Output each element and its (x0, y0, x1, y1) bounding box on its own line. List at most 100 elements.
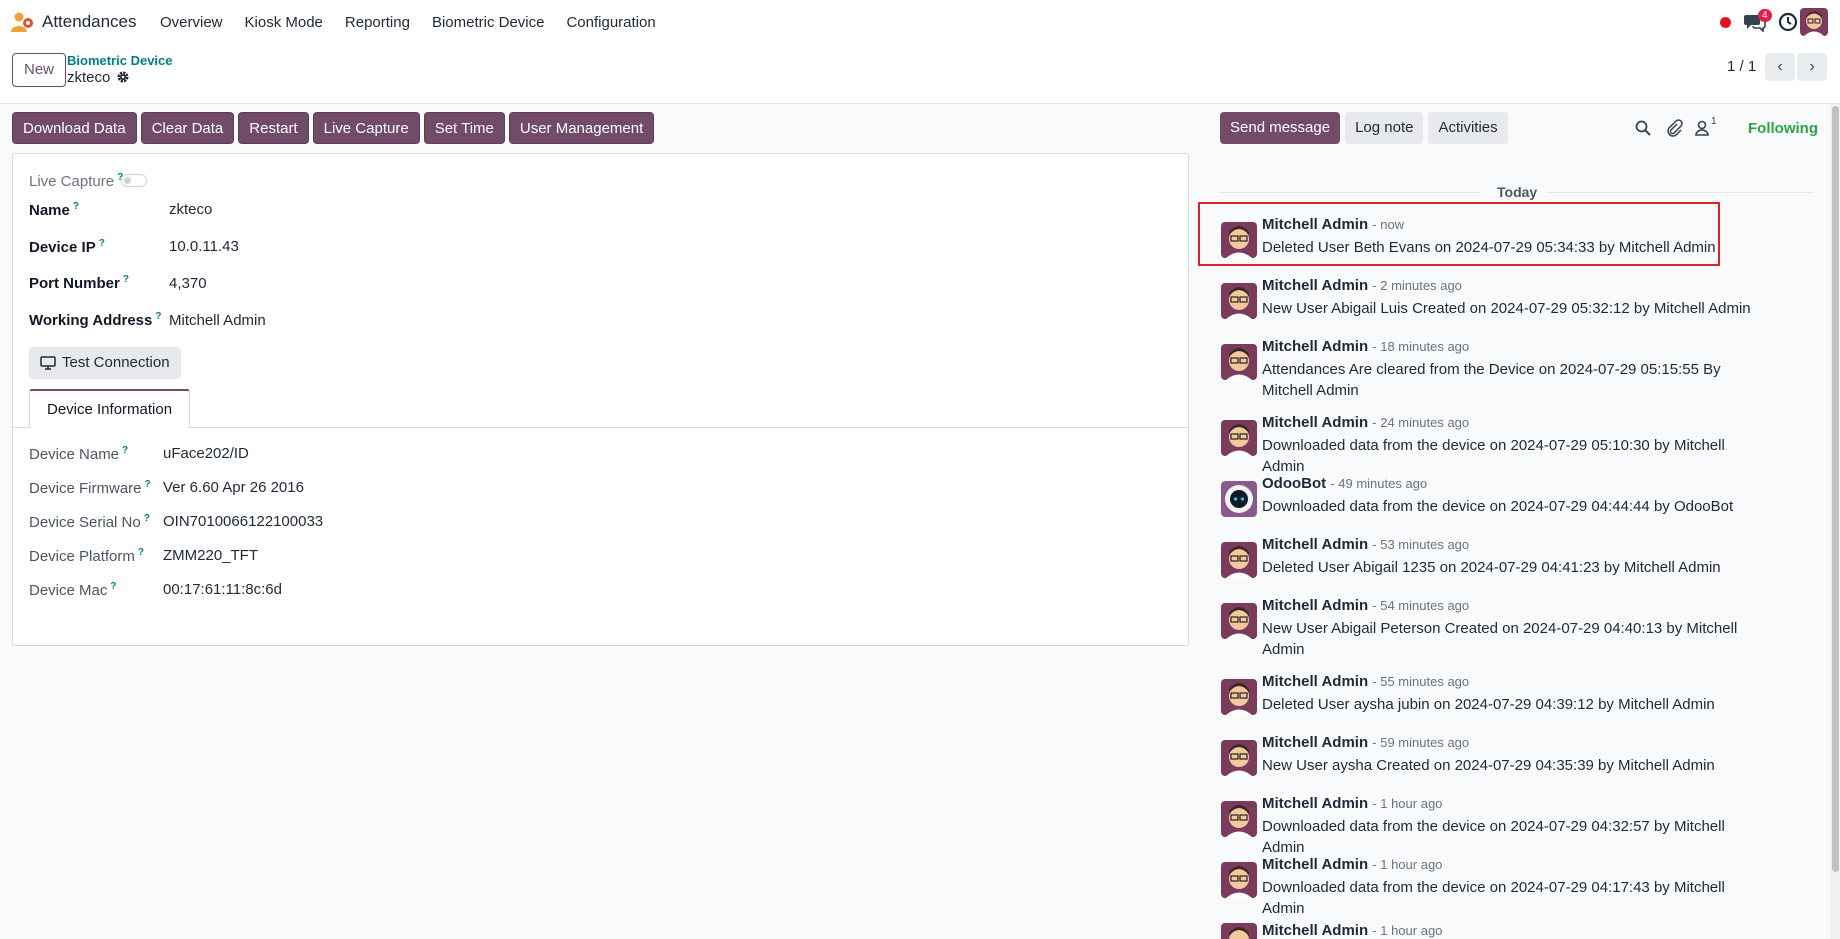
help-icon[interactable]: ? (73, 201, 79, 212)
message-author[interactable]: Mitchell Admin - 54 minutes ago (1262, 597, 1469, 614)
device-mac-label: Device Mac? (29, 581, 117, 599)
port-number-field[interactable]: 4,370 (169, 275, 207, 292)
breadcrumb-current: zkteco (67, 69, 111, 86)
recording-dot-icon[interactable] (1720, 17, 1731, 28)
live-capture-toggle[interactable] (121, 174, 147, 187)
test-connection-button[interactable]: Test Connection (29, 347, 181, 379)
message-author[interactable]: Mitchell Admin - 53 minutes ago (1262, 536, 1469, 553)
followers-icon[interactable] (1693, 119, 1711, 137)
pager-next-button[interactable]: › (1797, 53, 1827, 81)
pager-value[interactable]: 1 / 1 (1727, 58, 1756, 75)
tab-device-information[interactable]: Device Information (29, 389, 191, 428)
message-author[interactable]: Mitchell Admin - 18 minutes ago (1262, 338, 1469, 355)
author-avatar[interactable] (1221, 344, 1257, 380)
send-message-button[interactable]: Send message (1220, 112, 1341, 144)
device-platform-label: Device Platform? (29, 547, 144, 565)
help-icon[interactable]: ? (99, 238, 105, 249)
help-icon[interactable]: ? (122, 445, 128, 456)
device-serial-value: OIN7010066122100033 (163, 513, 324, 530)
message-body: New User Abigail Luis Created on 2024-07… (1262, 300, 1751, 317)
message-time: - 18 minutes ago (1372, 339, 1470, 354)
message-time: - 55 minutes ago (1372, 674, 1470, 689)
help-icon[interactable]: ? (110, 581, 116, 592)
message-time: - 1 hour ago (1372, 857, 1443, 872)
clock-icon[interactable] (1778, 12, 1798, 32)
message-author[interactable]: Mitchell Admin - now (1262, 216, 1404, 233)
message-time: - 49 minutes ago (1330, 476, 1428, 491)
message-time: - 24 minutes ago (1372, 415, 1470, 430)
author-avatar[interactable] (1221, 801, 1257, 837)
message-author[interactable]: Mitchell Admin - 1 hour ago (1262, 795, 1442, 812)
message-author[interactable]: Mitchell Admin - 1 hour ago (1262, 923, 1442, 939)
working-address-field[interactable]: Mitchell Admin (169, 312, 266, 329)
gear-icon[interactable] (116, 70, 130, 84)
log-note-button[interactable]: Log note (1345, 112, 1424, 144)
help-icon[interactable]: ? (155, 311, 161, 322)
clear-data-button[interactable]: Clear Data (140, 112, 235, 144)
device-ip-field[interactable]: 10.0.11.43 (169, 238, 239, 255)
menu-reporting[interactable]: Reporting (345, 14, 410, 31)
menu-biometric-device[interactable]: Biometric Device (432, 14, 545, 31)
message-body: Attendances Are cleared from the Device … (1262, 361, 1721, 399)
device-serial-label: Device Serial No? (29, 513, 150, 531)
author-avatar[interactable] (1221, 679, 1257, 715)
message-author[interactable]: Mitchell Admin - 55 minutes ago (1262, 673, 1469, 690)
author-avatar[interactable] (1221, 283, 1257, 319)
message-time: - 53 minutes ago (1372, 537, 1470, 552)
message-body: Deleted User Beth Evans on 2024-07-29 05… (1262, 239, 1716, 256)
app-name[interactable]: Attendances (42, 12, 137, 32)
author-avatar[interactable] (1221, 222, 1257, 258)
message-author[interactable]: Mitchell Admin - 2 minutes ago (1262, 277, 1462, 294)
menu-kiosk-mode[interactable]: Kiosk Mode (245, 14, 323, 31)
device-firmware-value: Ver 6.60 Apr 26 2016 (163, 479, 304, 496)
help-icon[interactable]: ? (123, 274, 129, 285)
author-avatar[interactable] (1221, 542, 1257, 578)
pager-previous-button[interactable]: ‹ (1765, 53, 1795, 81)
help-icon[interactable]: ? (144, 513, 150, 524)
message-author[interactable]: Mitchell Admin - 1 hour ago (1262, 856, 1442, 873)
device-name-label: Device Name? (29, 445, 129, 463)
live-capture-button[interactable]: Live Capture (312, 112, 420, 144)
author-avatar[interactable] (1221, 923, 1257, 939)
activities-button[interactable]: Activities (1428, 112, 1508, 144)
author-avatar[interactable] (1221, 862, 1257, 898)
chevron-right-icon: › (1809, 58, 1815, 75)
author-avatar[interactable] (1221, 603, 1257, 639)
message-body: Deleted User aysha jubin on 2024-07-29 0… (1262, 696, 1715, 713)
breadcrumb-parent[interactable]: Biometric Device (67, 53, 173, 68)
help-icon[interactable]: ? (138, 547, 144, 558)
restart-button[interactable]: Restart (238, 112, 309, 144)
device-name-value: uFace202/ID (163, 445, 249, 462)
attendances-app-icon[interactable] (10, 11, 34, 33)
search-icon[interactable] (1634, 119, 1652, 137)
control-panel: New Biometric Device zkteco 1 / 1 ‹ › (0, 44, 1840, 104)
chatter-scroll-thumb[interactable] (1832, 106, 1839, 872)
message-body: Downloaded data from the device on 2024-… (1262, 818, 1725, 856)
message-author[interactable]: OdooBot - 49 minutes ago (1262, 475, 1427, 492)
name-label: Name? (29, 201, 79, 219)
message-time: - now (1372, 217, 1405, 232)
device-platform-value: ZMM220_TFT (163, 547, 259, 564)
message-author[interactable]: Mitchell Admin - 59 minutes ago (1262, 734, 1469, 751)
new-button[interactable]: New (12, 53, 67, 87)
help-icon[interactable]: ? (145, 479, 151, 490)
port-number-label: Port Number? (29, 274, 129, 292)
menu-configuration[interactable]: Configuration (566, 14, 655, 31)
author-avatar[interactable] (1221, 740, 1257, 776)
paperclip-icon[interactable] (1665, 119, 1683, 137)
message-author[interactable]: Mitchell Admin - 24 minutes ago (1262, 414, 1469, 431)
user-management-button[interactable]: User Management (508, 112, 655, 144)
message-body: Downloaded data from the device on 2024-… (1262, 437, 1725, 475)
message-body: Downloaded data from the device on 2024-… (1262, 498, 1734, 515)
name-field[interactable]: zkteco (169, 201, 212, 218)
monitor-icon (40, 356, 56, 370)
chat-count-badge: 4 (1758, 9, 1772, 22)
following-button[interactable]: Following (1748, 120, 1818, 137)
odoobot-avatar[interactable] (1221, 481, 1257, 517)
author-avatar[interactable] (1221, 420, 1257, 456)
set-time-button[interactable]: Set Time (423, 112, 505, 144)
download-data-button[interactable]: Download Data (12, 112, 137, 144)
menu-overview[interactable]: Overview (160, 14, 223, 31)
user-avatar[interactable] (1800, 8, 1828, 36)
message-time: - 59 minutes ago (1372, 735, 1470, 750)
